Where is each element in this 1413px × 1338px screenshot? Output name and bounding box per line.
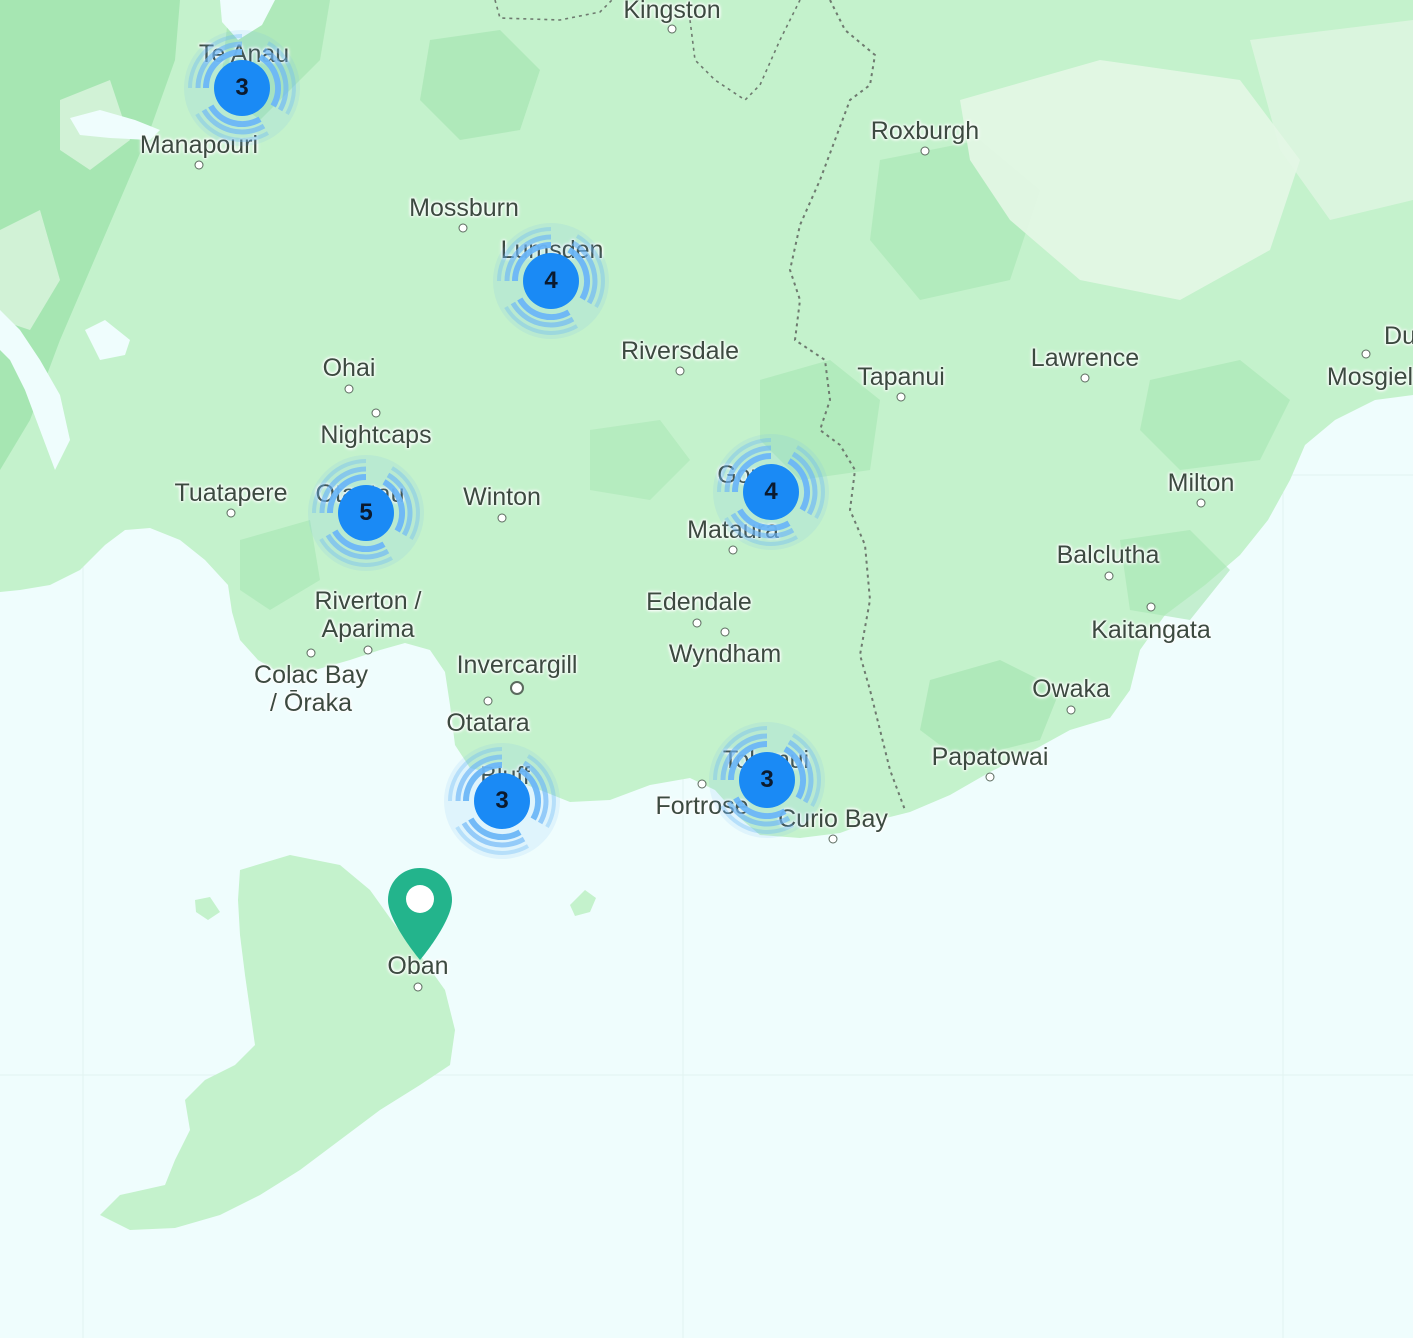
town-dot-ohai (344, 384, 354, 394)
place-label-riversdale: Riversdale (620, 337, 740, 365)
town-dot-nightcaps (371, 408, 381, 418)
town-dot-mossburn (458, 223, 468, 233)
cluster-count: 3 (235, 74, 249, 101)
cluster-count: 3 (760, 766, 774, 793)
town-dot-milton (1196, 498, 1206, 508)
place-label-riverton: Riverton / (314, 587, 422, 615)
town-dot-kaitangata (1146, 602, 1156, 612)
map-pin-icon (388, 868, 452, 960)
town-dot-edendale (692, 618, 702, 628)
cluster-count: 3 (495, 787, 509, 814)
town-dot-riversdale (675, 366, 685, 376)
town-dot-owaka (1066, 705, 1076, 715)
town-dot-wyndham (720, 627, 730, 637)
town-dot-lawrence (1080, 373, 1090, 383)
town-dot-invercargill (510, 681, 524, 695)
town-dot-aparima (363, 645, 373, 655)
town-dot-oban (413, 982, 423, 992)
cluster-marker-lumsden[interactable]: 4 (486, 216, 616, 346)
town-dot-roxburgh (920, 146, 930, 156)
place-label-milton: Milton (1167, 469, 1235, 497)
place-label-nightcaps: Nightcaps (320, 421, 432, 449)
place-label-lawrence: Lawrence (1030, 344, 1140, 372)
map-canvas[interactable]: Kingston Te Anau Manapouri Roxburgh Mossburn… (0, 0, 1413, 1338)
place-label-ohai: Ohai (322, 354, 376, 382)
place-label-mosgiel: Mosgiel (1326, 363, 1413, 391)
town-dot-papatowai (985, 772, 995, 782)
place-label-tapanui: Tapanui (857, 363, 945, 391)
town-dot-mosgiel (1361, 349, 1371, 359)
cluster-marker-te-anau[interactable]: 3 (177, 23, 307, 153)
place-label-kingston: Kingston (623, 0, 721, 24)
place-label-winton: Winton (463, 483, 541, 511)
place-label-invercargill: Invercargill (456, 651, 578, 679)
place-label-kaitangata: Kaitangata (1091, 616, 1211, 644)
place-label-aparima: Aparima (321, 615, 415, 643)
place-label-edendale: Edendale (646, 588, 752, 616)
town-dot-manapouri (194, 160, 204, 170)
town-dot-tuatapere (226, 508, 236, 518)
town-dot-tapanui (896, 392, 906, 402)
cluster-count: 4 (764, 478, 778, 505)
place-label-du: Du (1384, 322, 1413, 350)
cluster-count: 5 (359, 499, 373, 526)
place-label-papatowai: Papatowai (931, 743, 1049, 771)
cluster-marker-tokanui[interactable]: 3 (702, 715, 832, 845)
place-label-tuatapere: Tuatapere (174, 479, 288, 507)
place-label-roxburgh: Roxburgh (870, 117, 980, 145)
town-dot-otatara (483, 696, 493, 706)
cluster-marker-bluff[interactable]: 3 (437, 736, 567, 866)
cluster-marker-otautau[interactable]: 5 (301, 448, 431, 578)
place-label-oraka: / Ōraka (270, 689, 352, 717)
place-label-balclutha: Balclutha (1056, 541, 1160, 569)
map-base-layer (0, 0, 1413, 1338)
cluster-marker-gore[interactable]: 4 (706, 427, 836, 557)
cluster-count: 4 (544, 267, 558, 294)
town-dot-kingston (667, 24, 677, 34)
place-label-otatara: Otatara (446, 709, 530, 737)
town-dot-balclutha (1104, 571, 1114, 581)
location-pin-oban[interactable] (384, 864, 456, 964)
place-label-wyndham: Wyndham (668, 640, 782, 668)
place-label-colac-bay: Colac Bay (254, 661, 368, 689)
place-label-owaka: Owaka (1032, 675, 1110, 703)
town-dot-colac-bay (306, 648, 316, 658)
town-dot-winton (497, 513, 507, 523)
